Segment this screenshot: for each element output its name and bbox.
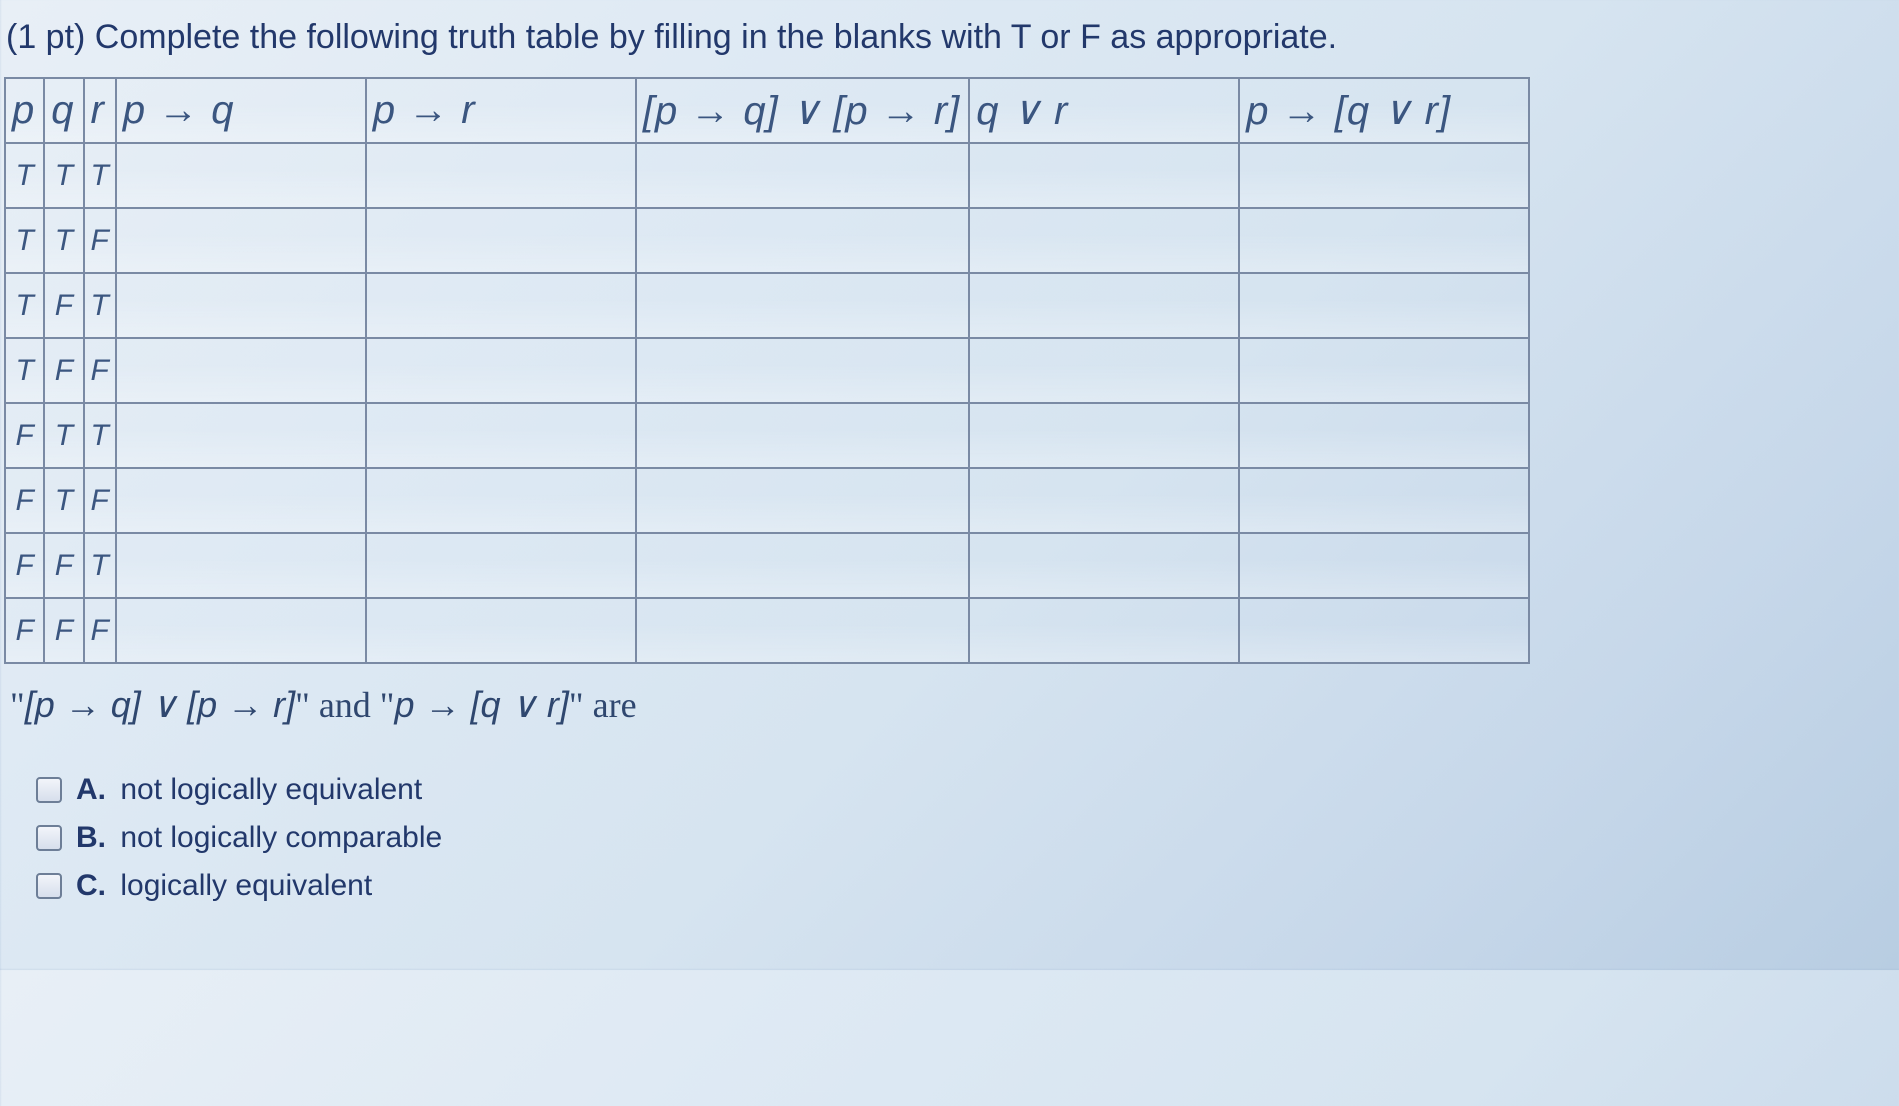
blank-cell[interactable] (1239, 533, 1529, 598)
cell-p: T (5, 208, 44, 273)
expression-1: [p → q] ∨ [p → r] (25, 684, 295, 725)
blank-cell[interactable] (969, 273, 1239, 338)
cell-p: T (5, 338, 44, 403)
table-row: FFT (5, 533, 1529, 598)
mid-text: " and " (295, 685, 394, 725)
table-row: FFF (5, 598, 1529, 663)
blank-cell[interactable] (116, 208, 366, 273)
blank-cell[interactable] (636, 468, 969, 533)
col-p-implies-qvr: p → [q ∨ r] (1239, 78, 1529, 143)
answer-options: A. not logically equivalentB. not logica… (36, 766, 1879, 910)
blank-cell[interactable] (366, 403, 636, 468)
cell-q: T (44, 143, 83, 208)
blank-cell[interactable] (969, 208, 1239, 273)
cell-p: F (5, 598, 44, 663)
cell-r: T (84, 143, 116, 208)
cell-q: F (44, 598, 83, 663)
col-disjunction: [p → q] ∨ [p → r] (636, 78, 969, 143)
blank-cell[interactable] (116, 338, 366, 403)
blank-cell[interactable] (636, 143, 969, 208)
cell-q: T (44, 208, 83, 273)
cell-q: F (44, 533, 83, 598)
blank-cell[interactable] (116, 273, 366, 338)
blank-cell[interactable] (1239, 143, 1529, 208)
cell-p: T (5, 143, 44, 208)
close-quote-2: " are (569, 685, 637, 725)
blank-cell[interactable] (116, 143, 366, 208)
equivalence-sentence: "[p → q] ∨ [p → r]" and "p → [q ∨ r]" ar… (10, 684, 1879, 726)
blank-cell[interactable] (366, 338, 636, 403)
open-quote-1: " (10, 685, 25, 725)
option-text: C. logically equivalent (76, 862, 372, 910)
col-p-implies-q: p → q (116, 78, 366, 143)
blank-cell[interactable] (969, 598, 1239, 663)
header-row: p q r p → q p → r [p → q] ∨ [p → r] q ∨ … (5, 78, 1529, 143)
blank-cell[interactable] (1239, 338, 1529, 403)
table-row: TFF (5, 338, 1529, 403)
blank-cell[interactable] (969, 533, 1239, 598)
blank-cell[interactable] (636, 598, 969, 663)
cell-p: F (5, 468, 44, 533)
blank-cell[interactable] (366, 273, 636, 338)
blank-cell[interactable] (1239, 208, 1529, 273)
blank-cell[interactable] (969, 468, 1239, 533)
cell-r: F (84, 468, 116, 533)
cell-p: F (5, 403, 44, 468)
cell-r: T (84, 403, 116, 468)
cell-r: F (84, 598, 116, 663)
blank-cell[interactable] (1239, 273, 1529, 338)
blank-cell[interactable] (366, 143, 636, 208)
cell-r: F (84, 338, 116, 403)
blank-cell[interactable] (366, 598, 636, 663)
col-p-implies-r: p → r (366, 78, 636, 143)
answer-option[interactable]: A. not logically equivalent (36, 766, 1879, 814)
checkbox-icon[interactable] (36, 873, 62, 899)
blank-cell[interactable] (116, 403, 366, 468)
option-text: A. not logically equivalent (76, 766, 422, 814)
answer-option[interactable]: C. logically equivalent (36, 862, 1879, 910)
blank-cell[interactable] (969, 403, 1239, 468)
blank-cell[interactable] (636, 208, 969, 273)
table-row: FTT (5, 403, 1529, 468)
blank-cell[interactable] (636, 533, 969, 598)
table-row: TTF (5, 208, 1529, 273)
blank-cell[interactable] (1239, 403, 1529, 468)
blank-cell[interactable] (636, 403, 969, 468)
cell-p: F (5, 533, 44, 598)
blank-cell[interactable] (1239, 468, 1529, 533)
blank-cell[interactable] (116, 468, 366, 533)
question-prompt: (1 pt) Complete the following truth tabl… (6, 18, 1879, 57)
checkbox-icon[interactable] (36, 825, 62, 851)
blank-cell[interactable] (969, 143, 1239, 208)
col-p: p (5, 78, 44, 143)
col-q-or-r: q ∨ r (969, 78, 1239, 143)
truth-table: p q r p → q p → r [p → q] ∨ [p → r] q ∨ … (4, 77, 1530, 664)
blank-cell[interactable] (366, 468, 636, 533)
answer-option[interactable]: B. not logically comparable (36, 814, 1879, 862)
table-row: TFT (5, 273, 1529, 338)
cell-r: T (84, 273, 116, 338)
option-text: B. not logically comparable (76, 814, 442, 862)
blank-cell[interactable] (636, 273, 969, 338)
cell-r: T (84, 533, 116, 598)
table-row: TTT (5, 143, 1529, 208)
blank-cell[interactable] (366, 533, 636, 598)
cell-r: F (84, 208, 116, 273)
cell-q: T (44, 403, 83, 468)
cell-q: T (44, 468, 83, 533)
col-r: r (84, 78, 116, 143)
table-row: FTF (5, 468, 1529, 533)
cell-q: F (44, 338, 83, 403)
cell-p: T (5, 273, 44, 338)
col-q: q (44, 78, 83, 143)
cell-q: F (44, 273, 83, 338)
blank-cell[interactable] (1239, 598, 1529, 663)
checkbox-icon[interactable] (36, 777, 62, 803)
blank-cell[interactable] (969, 338, 1239, 403)
blank-cell[interactable] (636, 338, 969, 403)
expression-2: p → [q ∨ r] (395, 684, 569, 725)
blank-cell[interactable] (116, 533, 366, 598)
blank-cell[interactable] (116, 598, 366, 663)
blank-cell[interactable] (366, 208, 636, 273)
